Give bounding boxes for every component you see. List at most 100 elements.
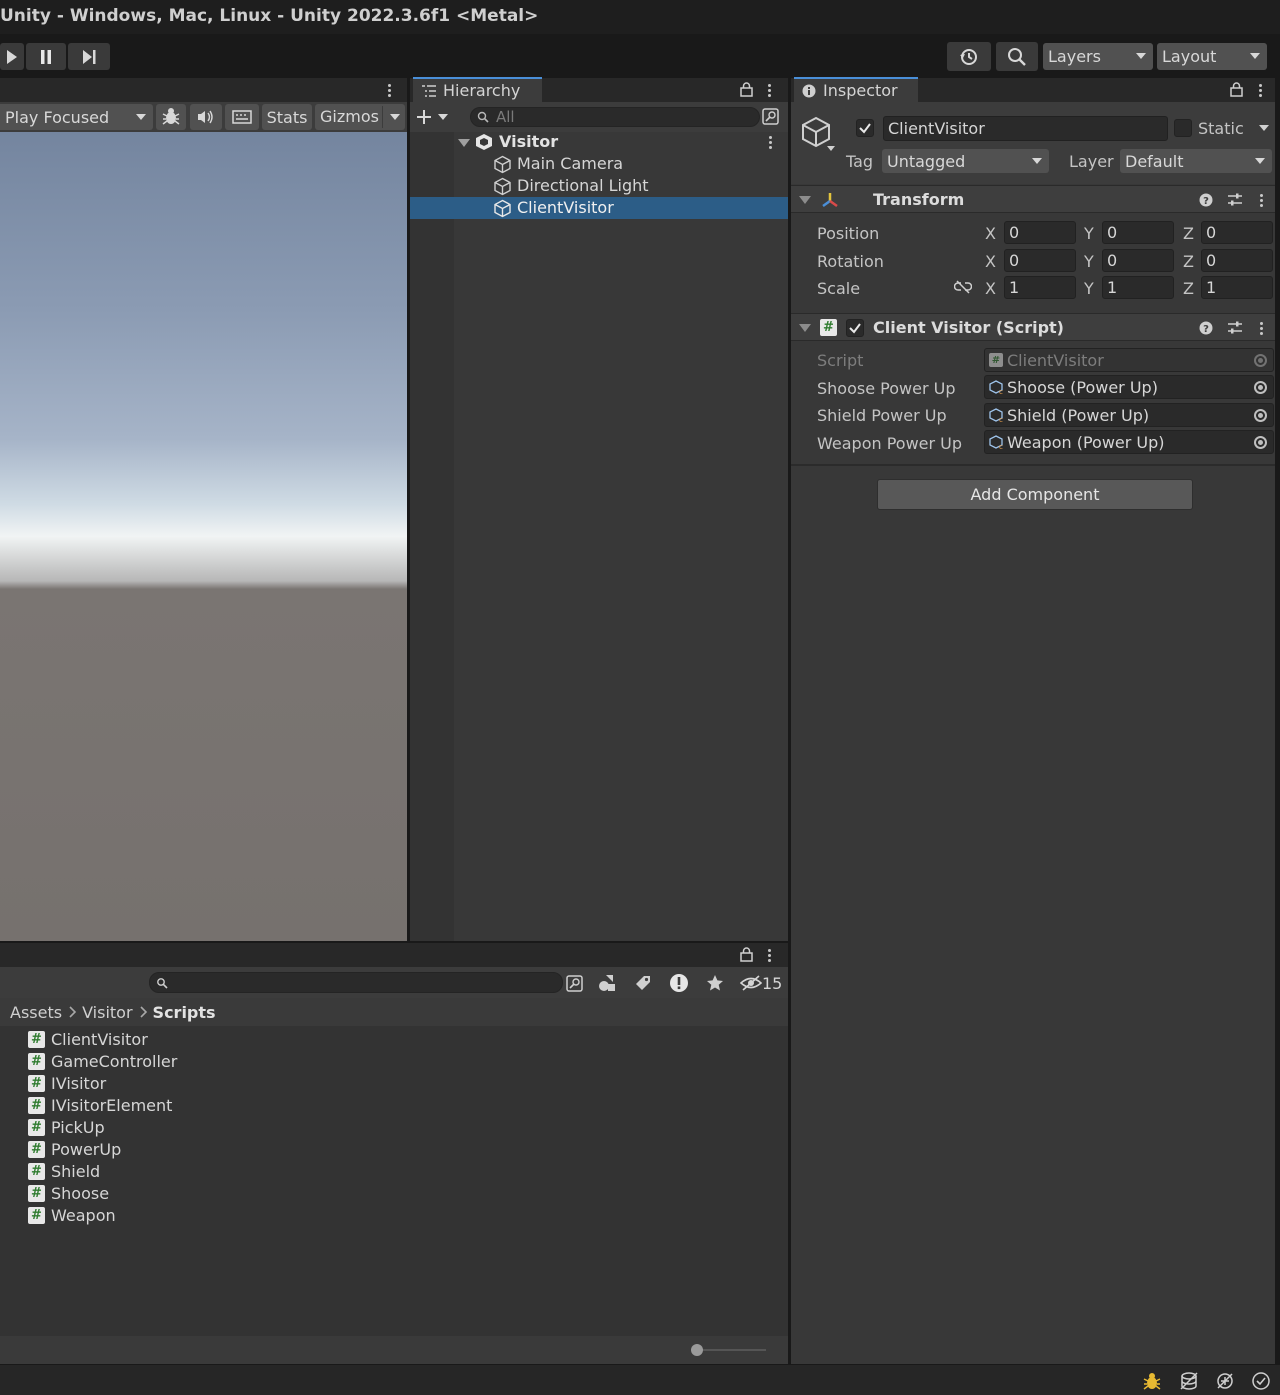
csharp-script-icon: # [28, 1140, 45, 1158]
add-component-button[interactable]: Add Component [877, 479, 1193, 510]
lock-icon[interactable] [740, 82, 753, 97]
play-button[interactable] [0, 43, 24, 70]
list-item-ivisitor-element[interactable]: # IVisitorElement [28, 1094, 172, 1116]
keyboard-toggle[interactable] [225, 104, 259, 130]
scale-y-field[interactable]: 1 [1102, 276, 1174, 299]
chevron-right-icon [69, 1006, 77, 1018]
inspector-menu-icon[interactable] [1259, 84, 1263, 99]
list-item-ivisitor[interactable]: # IVisitor [28, 1072, 106, 1094]
pause-button[interactable] [26, 43, 66, 70]
play-focused-dropdown[interactable]: Play Focused [0, 104, 153, 130]
create-button[interactable] [416, 106, 456, 128]
hierarchy-search-input[interactable]: All [470, 107, 760, 127]
hierarchy-scene-row[interactable]: Visitor [410, 131, 788, 153]
weapon-power-up-field[interactable]: c Weapon (Power Up) [984, 430, 1274, 454]
expand-arrow-icon[interactable] [458, 139, 470, 147]
lock-icon[interactable] [740, 947, 753, 962]
tag-dropdown[interactable]: Untagged [882, 149, 1049, 173]
rotation-y-field[interactable]: 0 [1102, 249, 1174, 272]
splitter-vertical[interactable] [788, 78, 791, 1365]
position-x-field[interactable]: 0 [1004, 221, 1076, 244]
search-by-type-icon[interactable] [762, 108, 779, 125]
gizmos-dropdown[interactable]: Gizmos [315, 104, 405, 130]
stats-button[interactable]: Stats [262, 104, 312, 130]
breadcrumb-assets[interactable]: Assets [10, 1003, 62, 1022]
mute-audio-toggle[interactable] [190, 104, 222, 130]
object-picker-icon[interactable] [1254, 409, 1267, 422]
search-by-type-icon[interactable] [566, 975, 583, 992]
game-viewport[interactable] [0, 132, 407, 941]
tab-inspector[interactable]: Inspector [794, 77, 918, 102]
foldout-arrow-icon[interactable] [799, 196, 811, 204]
shoose-power-up-field[interactable]: c Shoose (Power Up) [984, 375, 1274, 399]
list-item-shoose[interactable]: # Shoose [28, 1182, 109, 1204]
list-item-game-controller[interactable]: # GameController [28, 1050, 177, 1072]
component-enabled-checkbox[interactable] [846, 319, 864, 337]
gameobject-icon [494, 199, 511, 218]
list-item-shield[interactable]: # Shield [28, 1160, 100, 1182]
gameobject-large-icon[interactable] [800, 116, 840, 156]
presets-icon[interactable] [1227, 320, 1243, 336]
transform-menu-icon[interactable] [1260, 194, 1264, 209]
static-dropdown-icon[interactable] [1259, 125, 1269, 131]
auto-generate-lighting-icon[interactable] [1215, 1371, 1235, 1391]
lock-icon[interactable] [1230, 82, 1243, 97]
object-name-field[interactable]: ClientVisitor [883, 116, 1168, 141]
position-y-field[interactable]: 0 [1102, 221, 1174, 244]
bug-icon[interactable] [1142, 1371, 1162, 1391]
hierarchy-item-client-visitor[interactable]: ClientVisitor [410, 197, 788, 219]
scale-x-field[interactable]: 1 [1004, 276, 1076, 299]
cache-server-icon[interactable] [1179, 1371, 1199, 1391]
unlink-icon[interactable] [954, 280, 972, 294]
help-icon[interactable]: ? [1199, 193, 1213, 207]
warning-filter-icon[interactable] [669, 973, 689, 993]
progress-check-icon[interactable] [1251, 1371, 1271, 1391]
transform-header[interactable]: Transform ? [791, 185, 1275, 213]
search-button[interactable] [996, 42, 1038, 71]
presets-icon[interactable] [1227, 192, 1243, 208]
layers-dropdown[interactable]: Layers [1043, 43, 1153, 70]
list-item-client-visitor[interactable]: # ClientVisitor [28, 1028, 148, 1050]
scale-z-field[interactable]: 1 [1201, 276, 1273, 299]
hierarchy-item-directional-light[interactable]: Directional Light [410, 175, 788, 197]
tab-hierarchy[interactable]: Hierarchy [413, 77, 542, 102]
icon-size-slider-thumb[interactable] [691, 1344, 703, 1356]
script-component-menu-icon[interactable] [1260, 322, 1264, 337]
script-component-header[interactable]: # Client Visitor (Script) ? [791, 313, 1275, 341]
rotation-y-label: Y [1084, 252, 1094, 271]
object-picker-icon[interactable] [1254, 436, 1267, 449]
list-item-weapon[interactable]: # Weapon [28, 1204, 116, 1226]
list-item-powerup[interactable]: # PowerUp [28, 1138, 121, 1160]
project-menu-icon[interactable] [768, 949, 772, 964]
project-search-input[interactable] [149, 972, 563, 993]
debug-toggle[interactable] [156, 104, 186, 130]
position-z-field[interactable]: 0 [1201, 221, 1273, 244]
icon-size-slider-track[interactable] [696, 1349, 766, 1351]
filter-by-type-icon[interactable] [598, 974, 616, 992]
history-button[interactable] [947, 42, 991, 71]
help-icon[interactable]: ? [1199, 321, 1213, 335]
list-item-pickup[interactable]: # PickUp [28, 1116, 105, 1138]
hidden-packages-toggle[interactable]: 15 [740, 973, 782, 993]
favorite-star-icon[interactable] [706, 974, 724, 992]
rotation-z-field[interactable]: 0 [1201, 249, 1273, 272]
splitter-horizontal[interactable] [0, 941, 788, 943]
hierarchy-item-main-camera[interactable]: Main Camera [410, 153, 788, 175]
static-checkbox[interactable] [1174, 119, 1192, 137]
game-menu-icon[interactable] [388, 84, 392, 99]
object-picker-icon[interactable] [1254, 381, 1267, 394]
step-button[interactable] [68, 43, 110, 70]
rotation-x-field[interactable]: 0 [1004, 249, 1076, 272]
breadcrumb-visitor[interactable]: Visitor [82, 1003, 132, 1022]
foldout-arrow-icon[interactable] [799, 324, 811, 332]
prefab-script-icon: c [989, 380, 1003, 395]
active-checkbox[interactable] [856, 119, 874, 137]
splitter-vertical[interactable] [407, 78, 410, 941]
layer-dropdown[interactable]: Default [1120, 149, 1272, 173]
breadcrumb-scripts[interactable]: Scripts [153, 1003, 216, 1022]
shield-power-up-field[interactable]: c Shield (Power Up) [984, 403, 1274, 427]
scene-menu-icon[interactable] [769, 136, 773, 151]
hierarchy-menu-icon[interactable] [768, 84, 772, 99]
filter-by-label-icon[interactable] [634, 974, 652, 992]
layout-dropdown[interactable]: Layout [1157, 43, 1267, 70]
